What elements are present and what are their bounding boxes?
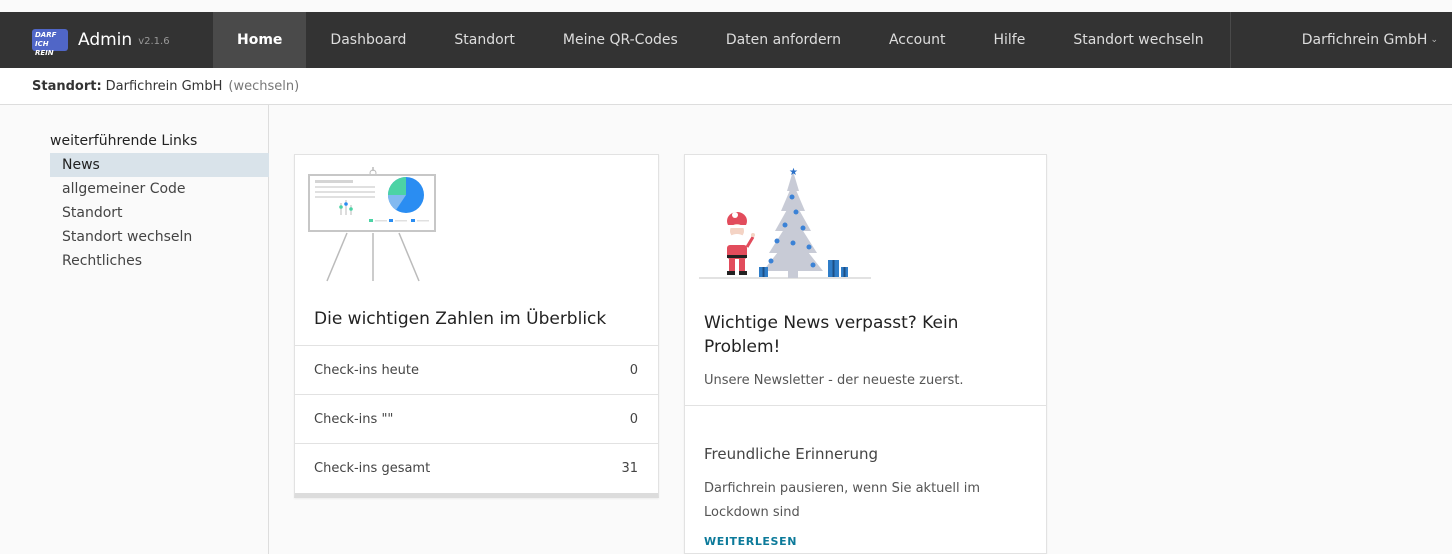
location-bar: Standort: Darfichrein GmbH (wechseln) [0,68,1452,105]
brand-logo-icon: DARF ICH REIN [32,29,68,57]
stat-row-checkins-total: Check-ins gesamt 31 [295,443,658,492]
brand[interactable]: DARF ICH REIN Admin v2.1.6 [0,12,213,68]
news-card-divider [685,405,1046,406]
sidebar-item-allgemeiner-code[interactable]: allgemeiner Code [50,177,269,201]
stats-card: Die wichtigen Zahlen im Überblick Check-… [294,154,659,498]
location-value: Darfichrein GmbH [105,78,223,94]
christmas-tree-illustration: ★ [699,167,871,279]
location-label: Standort: [32,78,102,94]
main-nav: Home Dashboard Standort Meine QR-Codes D… [213,12,1231,68]
sidebar: weiterführende Links News allgemeiner Co… [0,105,269,554]
news-card-title: Wichtige News verpasst? Kein Problem! [704,313,959,357]
svg-text:★: ★ [789,167,798,178]
sidebar-item-news[interactable]: News [50,153,269,177]
stat-value: 0 [629,362,638,378]
nav-daten-anfordern[interactable]: Daten anfordern [702,12,865,68]
nav-account[interactable]: Account [865,12,970,68]
account-label: Darfichrein GmbH [1301,32,1428,48]
sidebar-item-standort-wechseln[interactable]: Standort wechseln [50,225,269,249]
stat-row-checkins-empty: Check-ins "" 0 [295,394,658,443]
stat-label: Check-ins heute [314,362,420,378]
top-navbar: DARF ICH REIN Admin v2.1.6 Home Dashboar… [0,12,1452,68]
nav-dashboard[interactable]: Dashboard [306,12,430,68]
news-item-title: Freundliche Erinnerung [704,445,878,463]
stat-value: 0 [629,411,638,427]
nav-qr-codes[interactable]: Meine QR-Codes [539,12,702,68]
news-card: ★ Wichtige News verpasst? Kein Problem! … [684,154,1047,554]
read-more-link[interactable]: WEITERLESEN [704,535,797,548]
app-version: v2.1.6 [138,36,170,47]
nav-standort-wechseln[interactable]: Standort wechseln [1049,12,1227,68]
nav-hilfe[interactable]: Hilfe [969,12,1049,68]
app-name: Admin [78,30,133,50]
stat-label: Check-ins gesamt [314,460,431,476]
nav-divider [1229,12,1231,68]
chevron-down-icon: ⌄ [1430,35,1438,45]
account-menu[interactable]: Darfichrein GmbH ⌄ [1302,32,1452,48]
stats-card-title: Die wichtigen Zahlen im Überblick [314,309,607,329]
news-item-text: Darfichrein pausieren, wenn Sie aktuell … [704,481,981,520]
news-card-subtitle: Unsere Newsletter - der neueste zuerst. [704,373,964,388]
sidebar-title: weiterführende Links [50,133,198,149]
stat-row-checkins-today: Check-ins heute 0 [295,345,658,394]
nav-standort[interactable]: Standort [430,12,539,68]
change-location-link[interactable]: (wechseln) [228,79,299,94]
sidebar-list: News allgemeiner Code Standort Standort … [50,153,269,273]
stat-value: 31 [621,460,638,476]
stat-label: Check-ins "" [314,411,394,427]
sidebar-item-standort[interactable]: Standort [50,201,269,225]
nav-home[interactable]: Home [213,12,307,68]
presentation-board-illustration [308,167,436,282]
sidebar-item-rechtliches[interactable]: Rechtliches [50,249,269,273]
